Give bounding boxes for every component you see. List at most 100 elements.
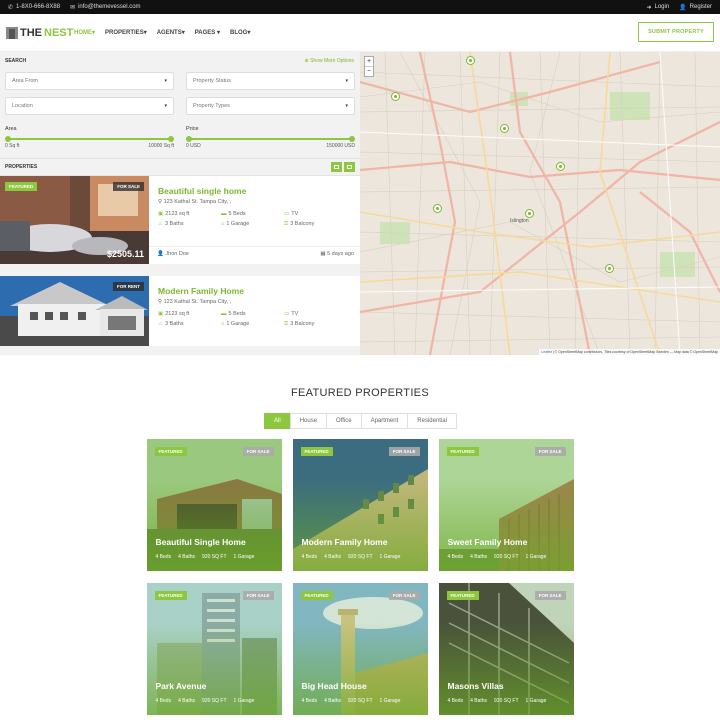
property-photo[interactable]: FEATURED FOR SALE $2505.11: [0, 176, 149, 264]
for-sale-badge: FOR SALE: [242, 591, 274, 600]
nav-menu: HOME▾ PROPERTIES▾ AGENTS▾ PAGES ▾ BLOG▾: [74, 29, 250, 36]
baths-count: 4 Baths: [470, 554, 488, 560]
property-map[interactable]: Islington + − Leaflet | © OpenStreetMap …: [360, 52, 720, 355]
map-marker[interactable]: [466, 56, 475, 65]
property-features: ▣ 2123 sq ft ▬ 5 Beds ▭ TV ♨ 3 Baths ⌂ 1 Gara…: [158, 311, 315, 327]
nav-item-pages[interactable]: PAGES ▾: [195, 29, 220, 36]
filter-house[interactable]: House: [289, 413, 328, 429]
featured-property-tile[interactable]: FEATURED FOR SALE Big Head House 4 Beds 4 Ba…: [292, 583, 428, 715]
grid-view-button[interactable]: [344, 162, 355, 172]
baths-count: 4 Baths: [324, 698, 342, 704]
nav-item-properties[interactable]: PROPERTIES▾: [105, 29, 147, 36]
featured-badge: FEATURED: [300, 447, 333, 456]
for-sale-badge: FOR SALE: [113, 182, 144, 191]
featured-property-tile[interactable]: FEATURED FOR SALE Sweet Family Home 4 Beds 4…: [438, 439, 574, 571]
filter-office[interactable]: Office: [326, 413, 362, 429]
price-max-handle[interactable]: [349, 136, 355, 142]
area-from-select[interactable]: Area From ▾: [5, 72, 174, 90]
featured-property-tile[interactable]: FEATURED FOR SALE Park Avenue 4 Beds 4 Baths…: [146, 583, 282, 715]
property-price: $2505.11: [106, 249, 144, 259]
calendar-icon: ▦: [320, 251, 326, 257]
price-slider[interactable]: Price 0 USD 150000 USD: [186, 126, 355, 149]
posted-date: ▦ 5 days ago: [320, 251, 354, 257]
email-contact[interactable]: ✉ info@themevessel.com: [70, 4, 140, 11]
area-size: 920 SQ FT: [494, 554, 519, 560]
top-bar: ✆ 1-8X0-666-8X88 ✉ info@themevessel.com ➜ L…: [0, 0, 720, 14]
area-max-handle[interactable]: [168, 136, 174, 142]
beds-count: 4 Beds: [301, 698, 318, 704]
list-icon: [334, 165, 339, 169]
featured-property-tile[interactable]: FEATURED FOR SALE Beautiful Single Home 4 B…: [146, 439, 282, 571]
show-more-options-link[interactable]: ⊕ Show More Options: [304, 58, 354, 64]
map-pin-icon: ⚲: [158, 199, 163, 205]
featured-property-tile[interactable]: FEATURED FOR SALE Masons Villas 4 Beds 4 Bat…: [438, 583, 574, 715]
area-icon: ▣: [158, 311, 164, 317]
nav-item-blog[interactable]: BLOG▾: [230, 29, 250, 36]
featured-badge: FEATURED: [446, 591, 479, 600]
list-view-button[interactable]: [331, 162, 342, 172]
map-marker[interactable]: [500, 124, 509, 133]
nav-item-home[interactable]: HOME▾: [74, 29, 95, 36]
property-photo[interactable]: FOR RENT: [0, 276, 149, 346]
search-panel: SEARCH ⊕ Show More Options Area From ▾ Pr…: [0, 52, 360, 355]
featured-badge: FEATURED: [5, 182, 38, 191]
map-marker[interactable]: [556, 162, 565, 171]
for-sale-badge: FOR SALE: [388, 447, 420, 456]
login-icon: ➜: [646, 4, 652, 11]
property-card[interactable]: FOR RENT Modern Family Home ⚲ 123 Kathal…: [0, 276, 360, 346]
baths-count: 4 Baths: [470, 698, 488, 704]
map-marker[interactable]: [605, 264, 614, 273]
nav-item-agents[interactable]: AGENTS▾: [157, 29, 185, 36]
garage-icon: ⌂: [221, 221, 225, 227]
map-marker[interactable]: [433, 204, 442, 213]
leaflet-link[interactable]: Leaflet: [541, 350, 552, 354]
property-name[interactable]: Park Avenue: [156, 681, 207, 691]
location-select[interactable]: Location ▾: [5, 97, 174, 115]
beds-count: 4 Beds: [301, 554, 318, 560]
filter-residential[interactable]: Residential: [407, 413, 457, 429]
featured-section: FEATURED PROPERTIES All House Office Apa…: [0, 355, 720, 715]
property-meta: 4 Beds 4 Baths 920 SQ FT 1 Garage: [302, 698, 401, 704]
area-slider[interactable]: Area 0 Sq ft 10000 Sq ft: [5, 126, 174, 149]
map-marker[interactable]: [525, 209, 534, 218]
map-marker[interactable]: [391, 92, 400, 101]
property-types-select[interactable]: Property Types ▾: [186, 97, 355, 115]
map-tiles: Islington: [360, 52, 720, 355]
phone-contact[interactable]: ✆ 1-8X0-666-8X88: [8, 4, 60, 11]
property-name[interactable]: Modern Family Home: [302, 537, 388, 547]
logo-building-icon: [6, 26, 18, 39]
price-min-handle[interactable]: [186, 136, 192, 142]
property-name[interactable]: Big Head House: [302, 681, 367, 691]
zoom-out-button[interactable]: −: [365, 67, 373, 76]
property-title[interactable]: Modern Family Home: [158, 286, 352, 296]
featured-badge: FEATURED: [154, 447, 187, 456]
filter-apartment[interactable]: Apartment: [360, 413, 409, 429]
search-heading: SEARCH: [5, 58, 27, 64]
caret-down-icon: ▾: [164, 78, 167, 84]
featured-property-tile[interactable]: FEATURED FOR SALE Modern Family Home 4 Beds…: [292, 439, 428, 571]
zoom-in-button[interactable]: +: [365, 57, 373, 67]
register-link[interactable]: 👤 Register: [679, 4, 712, 11]
for-rent-badge: FOR RENT: [113, 282, 144, 291]
baths-count: 4 Baths: [178, 554, 196, 560]
garage-icon: ⌂: [221, 321, 225, 327]
property-name[interactable]: Beautiful Single Home: [156, 537, 246, 547]
logo[interactable]: THE NEST: [6, 26, 74, 39]
for-sale-badge: FOR SALE: [534, 591, 566, 600]
agent-name[interactable]: 👤 Jhon Doe: [157, 251, 189, 257]
area-min-handle[interactable]: [5, 136, 11, 142]
submit-property-button[interactable]: SUBMIT PROPERTY: [638, 22, 714, 42]
property-name[interactable]: Masons Villas: [448, 681, 504, 691]
property-title[interactable]: Beautiful single home: [158, 186, 352, 196]
caret-down-icon: ▾: [345, 103, 348, 109]
property-meta: 4 Beds 4 Baths 920 SQ FT 1 Garage: [156, 698, 255, 704]
property-name[interactable]: Sweet Family Home: [448, 537, 528, 547]
area-size: 920 SQ FT: [494, 698, 519, 704]
area-icon: ▣: [158, 211, 164, 217]
filter-all[interactable]: All: [264, 413, 291, 429]
property-status-select[interactable]: Property Status ▾: [186, 72, 355, 90]
caret-down-icon: ▾: [345, 78, 348, 84]
property-card[interactable]: FEATURED FOR SALE $2505.11 Beautiful sin…: [0, 176, 360, 264]
login-link[interactable]: ➜ Login: [646, 4, 669, 11]
bath-icon: ♨: [158, 221, 163, 227]
